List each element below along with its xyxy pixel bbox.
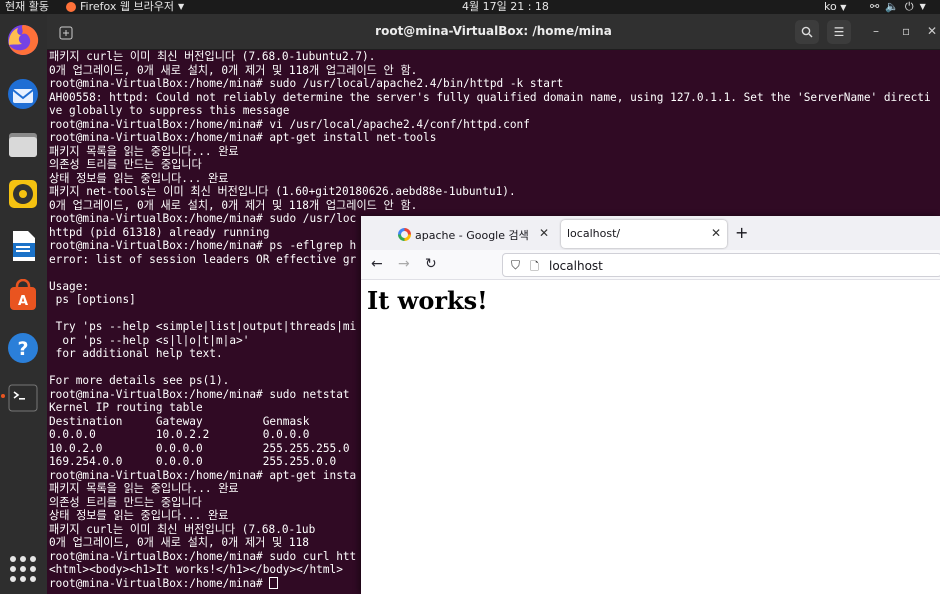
language-label: ko: [824, 0, 837, 13]
app-menu-label: Firefox 웹 브라우저: [80, 0, 174, 13]
terminal-line: 0개 업그레이드, 0개 새로 설치, 0개 제거 및 118개 업그레이드 안…: [49, 198, 418, 212]
terminal-icon: [8, 384, 38, 412]
language-indicator[interactable]: ko ▼: [824, 0, 846, 15]
forward-button[interactable]: →: [398, 256, 410, 272]
navigation-bar: ← → ↻ ⛉ 🗋 localhost: [361, 250, 940, 280]
help-icon: ?: [8, 333, 38, 363]
svg-text:A: A: [18, 294, 28, 309]
url-text: localhost: [549, 259, 603, 273]
back-button[interactable]: ←: [371, 256, 383, 272]
close-tab-icon[interactable]: ✕: [711, 226, 721, 240]
page-heading: It works!: [367, 286, 488, 315]
system-tray[interactable]: ⚯ 🔈 ⏻ ▼: [870, 0, 926, 14]
caret-down-icon: ▼: [840, 3, 847, 12]
tab-google-search[interactable]: apache - Google 검색 ✕: [391, 220, 555, 248]
menu-button[interactable]: ☰: [827, 20, 851, 44]
close-button[interactable]: ✕: [927, 24, 937, 38]
dock-rhythmbox[interactable]: [5, 176, 41, 212]
terminal-line: 패키지 curl는 이미 최신 버전입니다 (7.68.0-1ubuntu2.7…: [49, 50, 376, 63]
dock-terminal[interactable]: [5, 380, 41, 416]
thunderbird-icon: [8, 79, 38, 109]
hamburger-icon: ☰: [833, 25, 845, 39]
dock-help[interactable]: ?: [5, 330, 41, 366]
terminal-line: root@mina-VirtualBox:/home/mina# apt-get…: [49, 131, 437, 144]
page-info-icon[interactable]: 🗋: [530, 258, 539, 277]
power-icon: ⏻: [904, 0, 914, 13]
page-content: It works!: [361, 281, 940, 594]
tab-label: localhost/: [567, 227, 621, 240]
terminal-line: root@mina-VirtualBox:/home/mina# sudo /u…: [49, 77, 564, 90]
app-menu[interactable]: Firefox 웹 브라우저 ▼: [66, 0, 184, 14]
network-icon: ⚯: [870, 0, 880, 13]
new-tab-button[interactable]: +: [735, 223, 748, 242]
volume-icon: 🔈: [885, 0, 899, 13]
dock-software[interactable]: A: [5, 278, 41, 314]
dock-files[interactable]: [5, 126, 41, 162]
svg-text:?: ?: [17, 338, 28, 360]
tab-label: apache - Google 검색: [415, 229, 529, 242]
reload-button[interactable]: ↻: [425, 256, 437, 272]
url-bar[interactable]: ⛉ 🗋 localhost: [502, 253, 940, 277]
clock[interactable]: 4월 17일 21 : 18: [462, 0, 549, 14]
dock: A ?: [0, 14, 47, 594]
terminal-line: 패키지 목록을 읽는 중입니다... 완료: [49, 144, 239, 158]
show-applications-icon[interactable]: [10, 556, 36, 582]
speaker-icon: [9, 180, 37, 208]
google-icon: [398, 228, 411, 241]
dock-writer[interactable]: [5, 228, 41, 264]
maximize-button[interactable]: ▫: [902, 24, 910, 38]
terminal-line: 패키지 net-tools는 이미 최신 버전입니다 (1.60+git2018…: [49, 185, 516, 198]
firefox-icon: [66, 2, 76, 12]
minimize-button[interactable]: –: [873, 24, 879, 38]
terminal-line: 의존성 트리를 만드는 중입니다: [49, 158, 202, 171]
terminal-line: 0개 업그레이드, 0개 새로 설치, 0개 제거 및 118개 업그레이드 안…: [49, 63, 418, 77]
caret-down-icon: ▼: [178, 2, 185, 11]
tracking-shield-icon[interactable]: ⛉: [511, 258, 520, 273]
software-bag-icon: A: [10, 279, 36, 310]
terminal-cursor: [269, 576, 279, 589]
terminal-line: ve globally to suppress this message: [49, 104, 290, 117]
dock-thunderbird[interactable]: [5, 76, 41, 112]
firefox-icon: [8, 24, 39, 55]
dock-firefox[interactable]: [5, 22, 41, 58]
top-bar: 현재 활동 Firefox 웹 브라우저 ▼ 4월 17일 21 : 18 ko…: [0, 0, 940, 14]
terminal-line: AH00558: httpd: Could not reliably deter…: [49, 90, 931, 104]
activities-button[interactable]: 현재 활동: [5, 0, 49, 14]
caret-down-icon: ▼: [919, 2, 926, 11]
browser-window: apache - Google 검색 ✕ localhost/ ✕ + ← → …: [361, 216, 940, 594]
terminal-line: 상태 정보를 읽는 중입니다... 완료: [49, 171, 229, 185]
folder-icon: [9, 133, 37, 157]
search-button[interactable]: [795, 20, 819, 44]
close-tab-icon[interactable]: ✕: [539, 226, 549, 240]
terminal-line: root@mina-VirtualBox:/home/mina# vi /usr…: [49, 117, 530, 131]
terminal-header: root@mina-VirtualBox: /home/mina ☰ – ▫ ✕: [47, 14, 940, 50]
tab-strip: apache - Google 검색 ✕ localhost/ ✕ +: [361, 216, 940, 250]
document-icon: [13, 231, 35, 261]
tab-localhost[interactable]: localhost/ ✕: [561, 220, 727, 248]
search-icon: [801, 26, 813, 38]
